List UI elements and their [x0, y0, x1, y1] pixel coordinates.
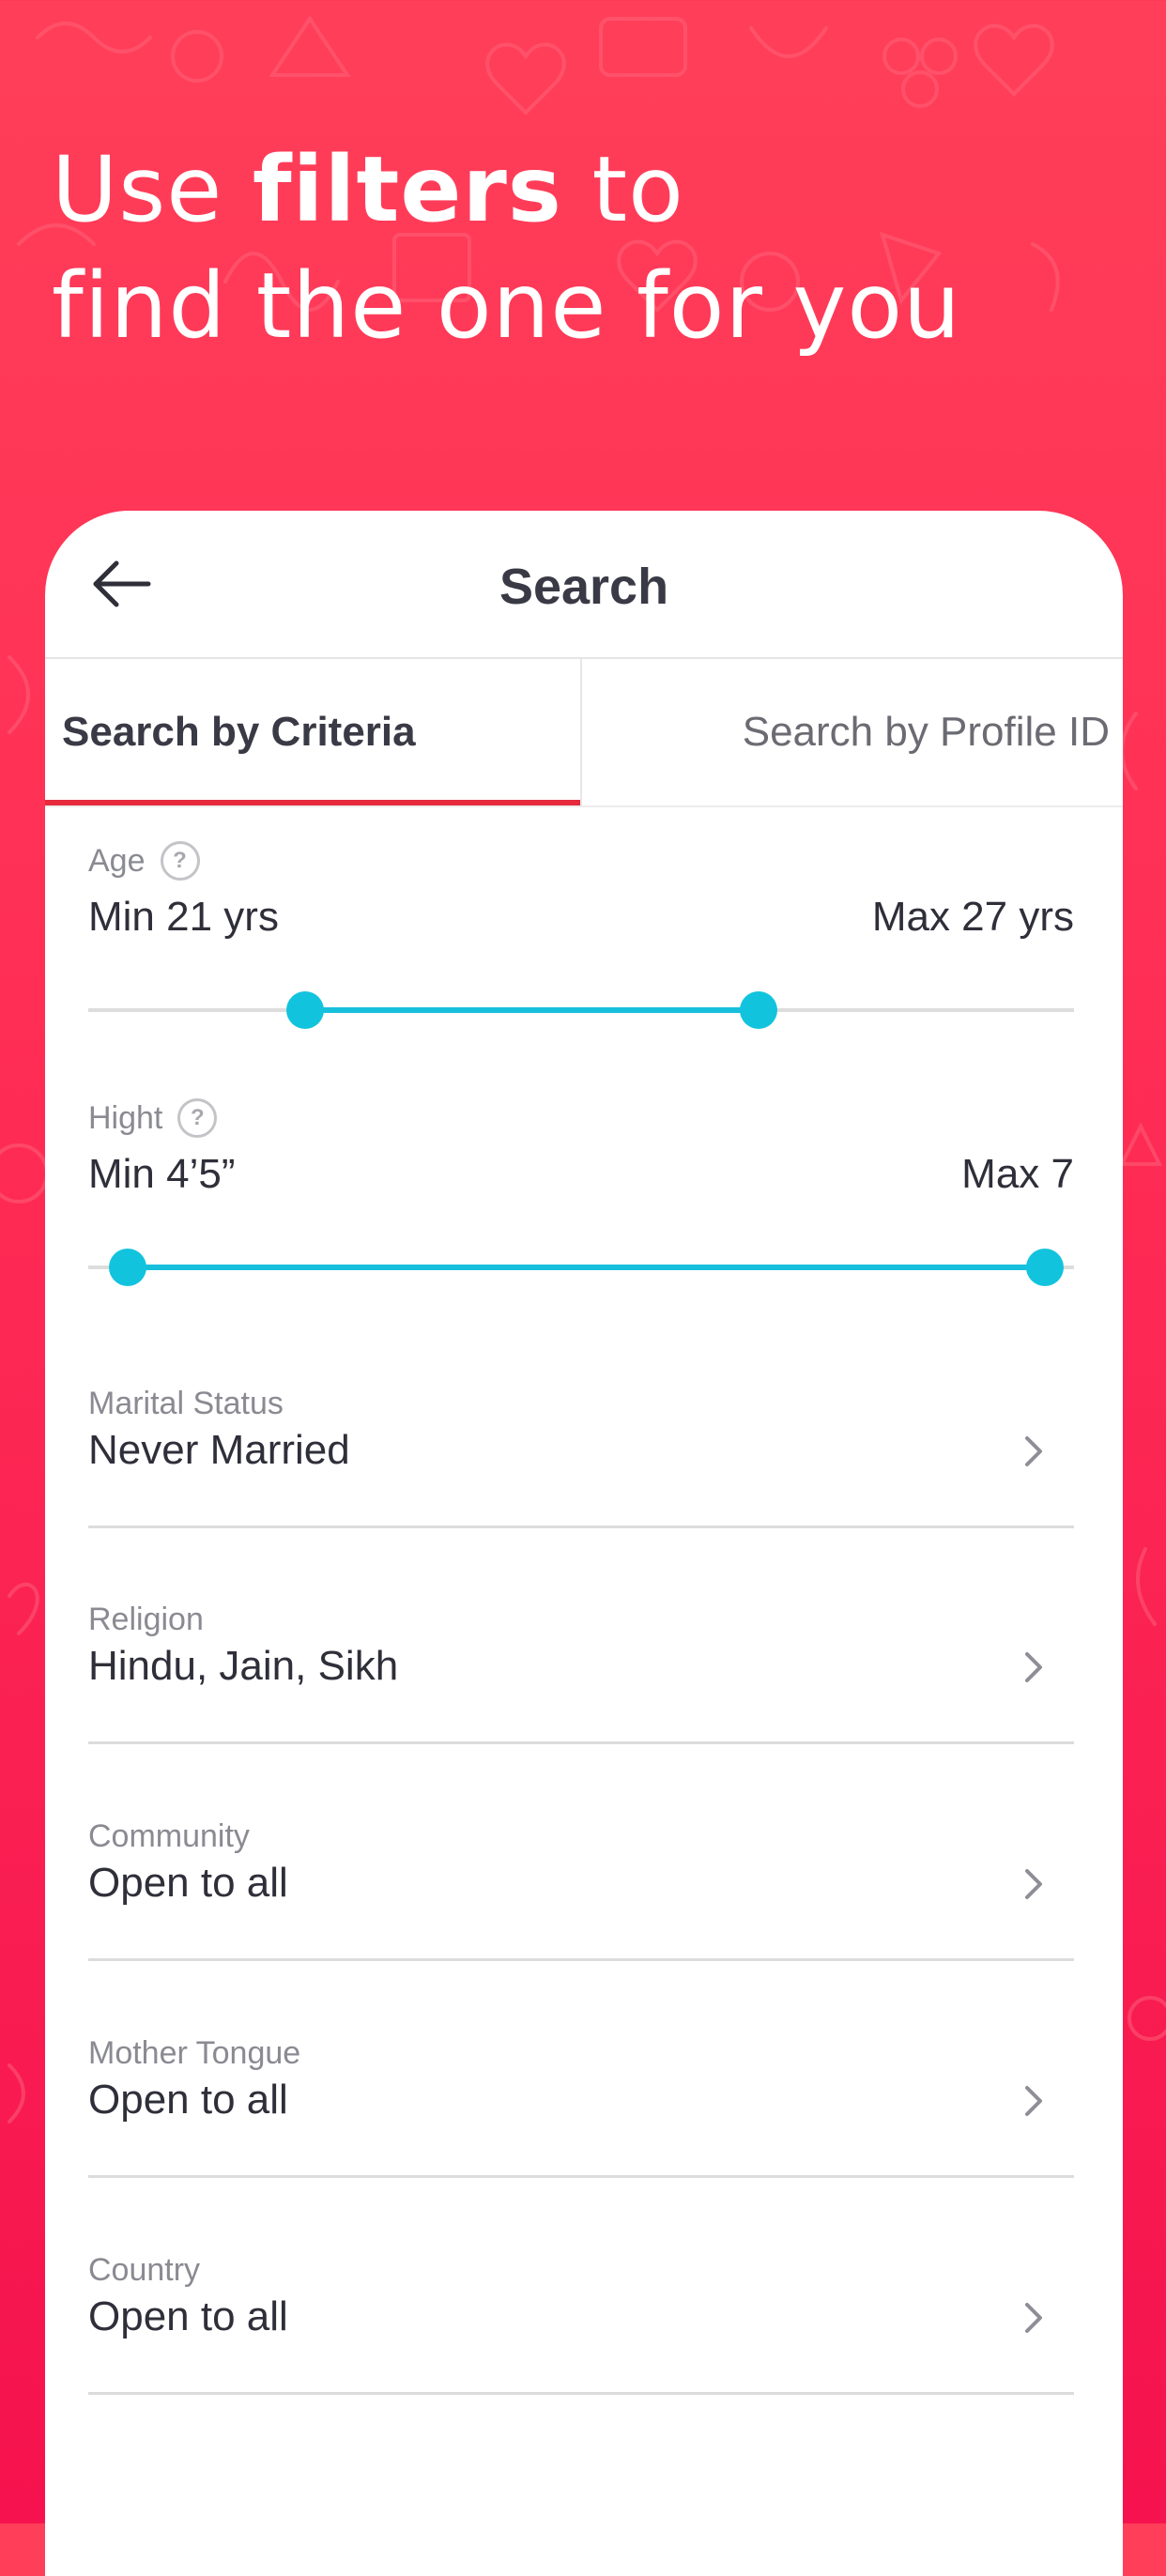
height-min-value: Min 4’5” — [88, 1151, 236, 1197]
question-circle-icon[interactable]: ? — [160, 841, 200, 881]
height-label-row: Hight ? — [88, 1098, 1074, 1138]
height-range-slider[interactable] — [88, 1239, 1074, 1296]
chevron-right-icon — [1025, 1869, 1042, 1899]
page-title: Search — [499, 559, 669, 615]
height-label: Hight — [88, 1099, 163, 1136]
mother-tongue-select[interactable]: Mother Tongue Open to all — [88, 2035, 1074, 2178]
headline-post: to — [561, 137, 684, 242]
age-range-slider[interactable] — [88, 982, 1074, 1038]
headline-bold: filters — [252, 137, 562, 242]
chevron-right-icon — [1025, 1436, 1042, 1466]
headline-pre: Use — [52, 137, 253, 242]
slider-selected-range — [305, 1007, 759, 1013]
community-select[interactable]: Community Open to all — [88, 1818, 1074, 1961]
community-label: Community — [88, 1818, 250, 1854]
country-value: Open to all — [88, 2293, 288, 2339]
headline-line-1: Use filters to — [52, 131, 1122, 248]
country-label: Country — [88, 2252, 201, 2288]
age-min-value: Min 21 yrs — [88, 894, 279, 940]
promo-headline: Use filters to find the one for you — [52, 131, 1122, 364]
age-range-values: Min 21 yrs Max 27 yrs — [88, 894, 1074, 950]
country-select[interactable]: Country Open to all — [88, 2252, 1074, 2395]
age-max-value: Max 27 yrs — [871, 894, 1074, 940]
headline-line-2: find the one for you — [52, 253, 961, 359]
tab-search-by-profile-id[interactable]: Search by Profile ID — [582, 659, 1123, 805]
age-filter: Age ? Min 21 yrs Max 27 yrs — [88, 841, 1074, 1038]
tab-search-by-criteria[interactable]: Search by Criteria — [45, 659, 580, 805]
community-value: Open to all — [88, 1860, 288, 1906]
height-filter: Hight ? Min 4’5” Max 7 — [88, 1098, 1074, 1296]
marital-status-select[interactable]: Marital Status Never Married — [88, 1386, 1074, 1528]
question-circle-icon[interactable]: ? — [177, 1098, 218, 1138]
chevron-right-icon — [1025, 2303, 1042, 2333]
mother-tongue-label: Mother Tongue — [88, 2035, 301, 2071]
marital-status-value: Never Married — [88, 1427, 350, 1473]
app-header: Search — [45, 511, 1123, 659]
religion-select[interactable]: Religion Hindu, Jain, Sikh — [88, 1602, 1074, 1744]
height-max-value: Max 7 — [961, 1151, 1074, 1197]
marital-status-label: Marital Status — [88, 1386, 284, 1421]
height-min-handle[interactable] — [109, 1249, 146, 1286]
age-label-row: Age ? — [88, 841, 1074, 881]
phone-screen-card: Search Search by Criteria Search by Prof… — [45, 511, 1123, 2576]
chevron-right-icon — [1025, 2086, 1042, 2116]
religion-label: Religion — [88, 1602, 204, 1637]
slider-selected-range — [128, 1265, 1045, 1270]
height-max-handle[interactable] — [1025, 1249, 1064, 1286]
age-min-handle[interactable] — [286, 991, 324, 1029]
religion-value: Hindu, Jain, Sikh — [88, 1643, 399, 1689]
search-tabs: Search by Criteria Search by Profile ID — [45, 659, 1123, 807]
age-max-handle[interactable] — [740, 991, 777, 1029]
mother-tongue-value: Open to all — [88, 2077, 288, 2123]
height-range-values: Min 4’5” Max 7 — [88, 1151, 1074, 1207]
age-label: Age — [88, 842, 146, 879]
chevron-right-icon — [1025, 1652, 1042, 1682]
